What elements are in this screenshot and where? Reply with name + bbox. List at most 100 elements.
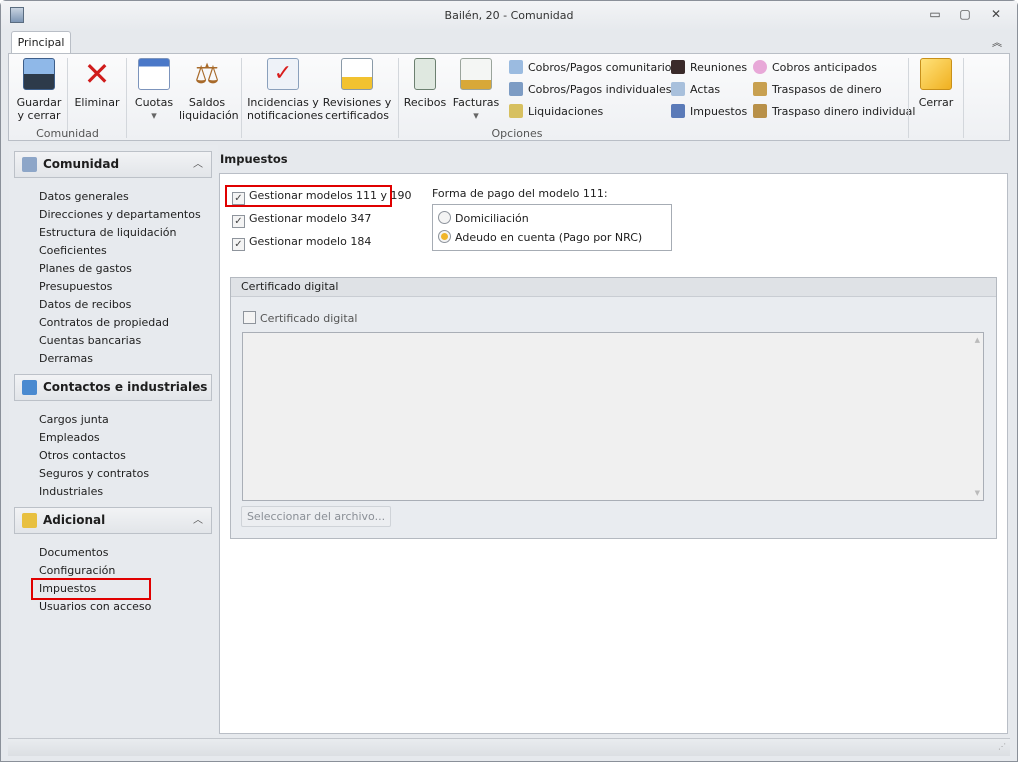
small-buttons-col2: Reuniones Actas Impuestos — [671, 58, 747, 122]
check-modelo-184[interactable]: ✓ Gestionar modelo 184 — [232, 235, 371, 251]
transfer-person-icon — [753, 104, 767, 118]
red-x-icon: ✕ — [83, 55, 111, 93]
sidebar-item[interactable]: Industriales — [39, 483, 103, 501]
building-icon — [22, 157, 37, 172]
reuniones-button[interactable]: Reuniones — [671, 58, 747, 78]
transfer-icon — [753, 82, 767, 96]
small-buttons-col3: Cobros anticipados Traspasos de dinero T… — [753, 58, 915, 122]
certificado-list[interactable]: ▲ ▼ — [242, 332, 984, 501]
scroll-up-icon[interactable]: ▲ — [975, 336, 980, 344]
facturas-button[interactable]: Facturas ▾ — [451, 58, 501, 122]
sidebar-item[interactable]: Datos de recibos — [39, 296, 131, 314]
database-icon — [22, 513, 37, 528]
cobros-anticipados-button[interactable]: Cobros anticipados — [753, 58, 915, 78]
cobros-pagos-comunitarios-button[interactable]: Cobros/Pagos comunitarios — [509, 58, 677, 78]
resize-grip-icon[interactable]: ⋰ — [998, 742, 1006, 751]
sidebar-section-contactos[interactable]: Contactos e industriales ︿ — [14, 374, 212, 401]
invoice-coins-icon — [460, 58, 492, 90]
tab-principal[interactable]: Principal — [11, 31, 71, 54]
check-modelo-347[interactable]: ✓ Gestionar modelo 347 — [232, 212, 371, 228]
sidebar-item[interactable]: Direcciones y departamentos — [39, 206, 201, 224]
document-coin-icon — [509, 104, 523, 118]
liquidaciones-button[interactable]: Liquidaciones — [509, 102, 677, 122]
sidebar-item[interactable]: Coeficientes — [39, 242, 107, 260]
impuestos-button[interactable]: Impuestos — [671, 102, 747, 122]
sidebar-item[interactable]: Empleados — [39, 429, 100, 447]
close-button[interactable]: ✕ — [986, 7, 1006, 25]
scales-icon: ⚖ — [194, 57, 220, 90]
calculator-person-icon — [509, 82, 523, 96]
actas-button[interactable]: Actas — [671, 80, 747, 100]
radio-domiciliacion[interactable]: Domiciliación — [438, 211, 529, 225]
chevron-up-icon[interactable]: ︿ — [193, 152, 203, 177]
ribbon: Guardar y cerrar ✕ Eliminar Comunidad Cuo… — [8, 53, 1010, 141]
sidebar-item[interactable]: Impuestos — [31, 578, 151, 600]
group-label-comunidad: Comunidad — [36, 127, 99, 140]
seleccionar-archivo-button[interactable]: Seleccionar del archivo... — [241, 506, 391, 527]
eliminar-button[interactable]: ✕ Eliminar — [71, 58, 123, 109]
checkbox-checked[interactable]: ✓ — [232, 238, 245, 251]
window: Bailén, 20 - Comunidad ▭ ▢ ✕ Principal ︽… — [0, 0, 1018, 762]
checkbox-checked[interactable]: ✓ — [232, 192, 245, 205]
receipt-icon — [414, 58, 436, 90]
recibos-button[interactable]: Recibos — [403, 58, 447, 109]
sidebar-item[interactable]: Estructura de liquidación — [39, 224, 176, 242]
cerrar-button[interactable]: Cerrar — [913, 58, 959, 109]
chevron-up-icon[interactable]: ︿ — [193, 375, 203, 400]
people-icon — [671, 60, 685, 74]
certificado-group-title: Certificado digital — [231, 278, 996, 297]
sidebar-section-comunidad[interactable]: Comunidad ︿ — [14, 151, 212, 178]
check-certificado-digital[interactable]: Certificado digital — [243, 311, 357, 325]
impuestos-panel: ✓ Gestionar modelos 111 y 190 ✓ Gestionar … — [219, 173, 1008, 734]
calendar-coins-icon — [138, 58, 170, 90]
sidebar-item[interactable]: Documentos — [39, 544, 108, 562]
status-bar: ⋰ — [8, 738, 1010, 756]
sidebar-item[interactable]: Configuración — [39, 562, 115, 580]
floppy-disk-icon — [23, 58, 55, 90]
clipboard-check-icon: ✓ — [267, 58, 299, 90]
sidebar-item[interactable]: Contratos de propiedad — [39, 314, 169, 332]
small-buttons-col1: Cobros/Pagos comunitarios Cobros/Pagos i… — [509, 58, 677, 122]
notebook-bell-icon — [341, 58, 373, 90]
sidebar-item[interactable]: Seguros y contratos — [39, 465, 149, 483]
sidebar-item[interactable]: Presupuestos — [39, 278, 112, 296]
sidebar-item[interactable]: Otros contactos — [39, 447, 126, 465]
guardar-cerrar-button[interactable]: Guardar y cerrar — [13, 58, 65, 122]
sidebar-item[interactable]: Derramas — [39, 350, 93, 368]
radio-adeudo-cuenta[interactable]: Adeudo en cuenta (Pago por NRC) — [438, 230, 642, 244]
sidebar-item[interactable]: Cuentas bancarias — [39, 332, 141, 350]
chevron-up-icon[interactable]: ︿ — [193, 508, 203, 533]
traspaso-dinero-individual-button[interactable]: Traspaso dinero individual — [753, 102, 915, 122]
check-modelos-111-190[interactable]: ✓ Gestionar modelos 111 y 190 — [232, 189, 412, 205]
forma-pago-label: Forma de pago del modelo 111: — [432, 187, 608, 200]
sidebar-item[interactable]: Datos generales — [39, 188, 129, 206]
revisiones-button[interactable]: Revisiones y certificados — [321, 58, 393, 122]
restore-button[interactable]: ▢ — [955, 7, 975, 25]
sidebar-item[interactable]: Usuarios con acceso — [39, 598, 151, 616]
page-title: Impuestos — [220, 152, 288, 166]
folder-arrow-icon — [920, 58, 952, 90]
window-title: Bailén, 20 - Comunidad — [444, 9, 574, 22]
checkbox-unchecked[interactable] — [243, 311, 256, 324]
traspasos-dinero-button[interactable]: Traspasos de dinero — [753, 80, 915, 100]
cuotas-button[interactable]: Cuotas ▾ — [131, 58, 177, 122]
sidebar: Comunidad ︿ Datos generales Direcciones y d… — [9, 145, 218, 735]
certificate-icon — [671, 82, 685, 96]
sidebar-section-adicional[interactable]: Adicional ︿ — [14, 507, 212, 534]
sidebar-item[interactable]: Cargos junta — [39, 411, 109, 429]
radio-selected[interactable] — [438, 230, 451, 243]
forma-pago-radio-group: Domiciliación Adeudo en cuenta (Pago por… — [432, 204, 672, 251]
checkbox-checked[interactable]: ✓ — [232, 215, 245, 228]
contacts-icon — [22, 380, 37, 395]
radio-unselected[interactable] — [438, 211, 451, 224]
saldos-liquidacion-button[interactable]: ⚖ Saldos liquidación — [179, 57, 239, 123]
incidencias-button[interactable]: ✓ Incidencias y notificaciones — [247, 58, 323, 122]
group-label-opciones: Opciones — [491, 127, 543, 140]
cobros-pagos-individuales-button[interactable]: Cobros/Pagos individuales — [509, 80, 677, 100]
collapse-ribbon-button[interactable]: ︽ — [987, 34, 1007, 52]
sidebar-item[interactable]: Planes de gastos — [39, 260, 132, 278]
certificado-group: Certificado digital Certificado digital … — [230, 277, 997, 539]
scroll-down-icon[interactable]: ▼ — [975, 489, 980, 497]
piggy-bank-icon — [753, 60, 767, 74]
minimize-button[interactable]: ▭ — [925, 7, 945, 25]
